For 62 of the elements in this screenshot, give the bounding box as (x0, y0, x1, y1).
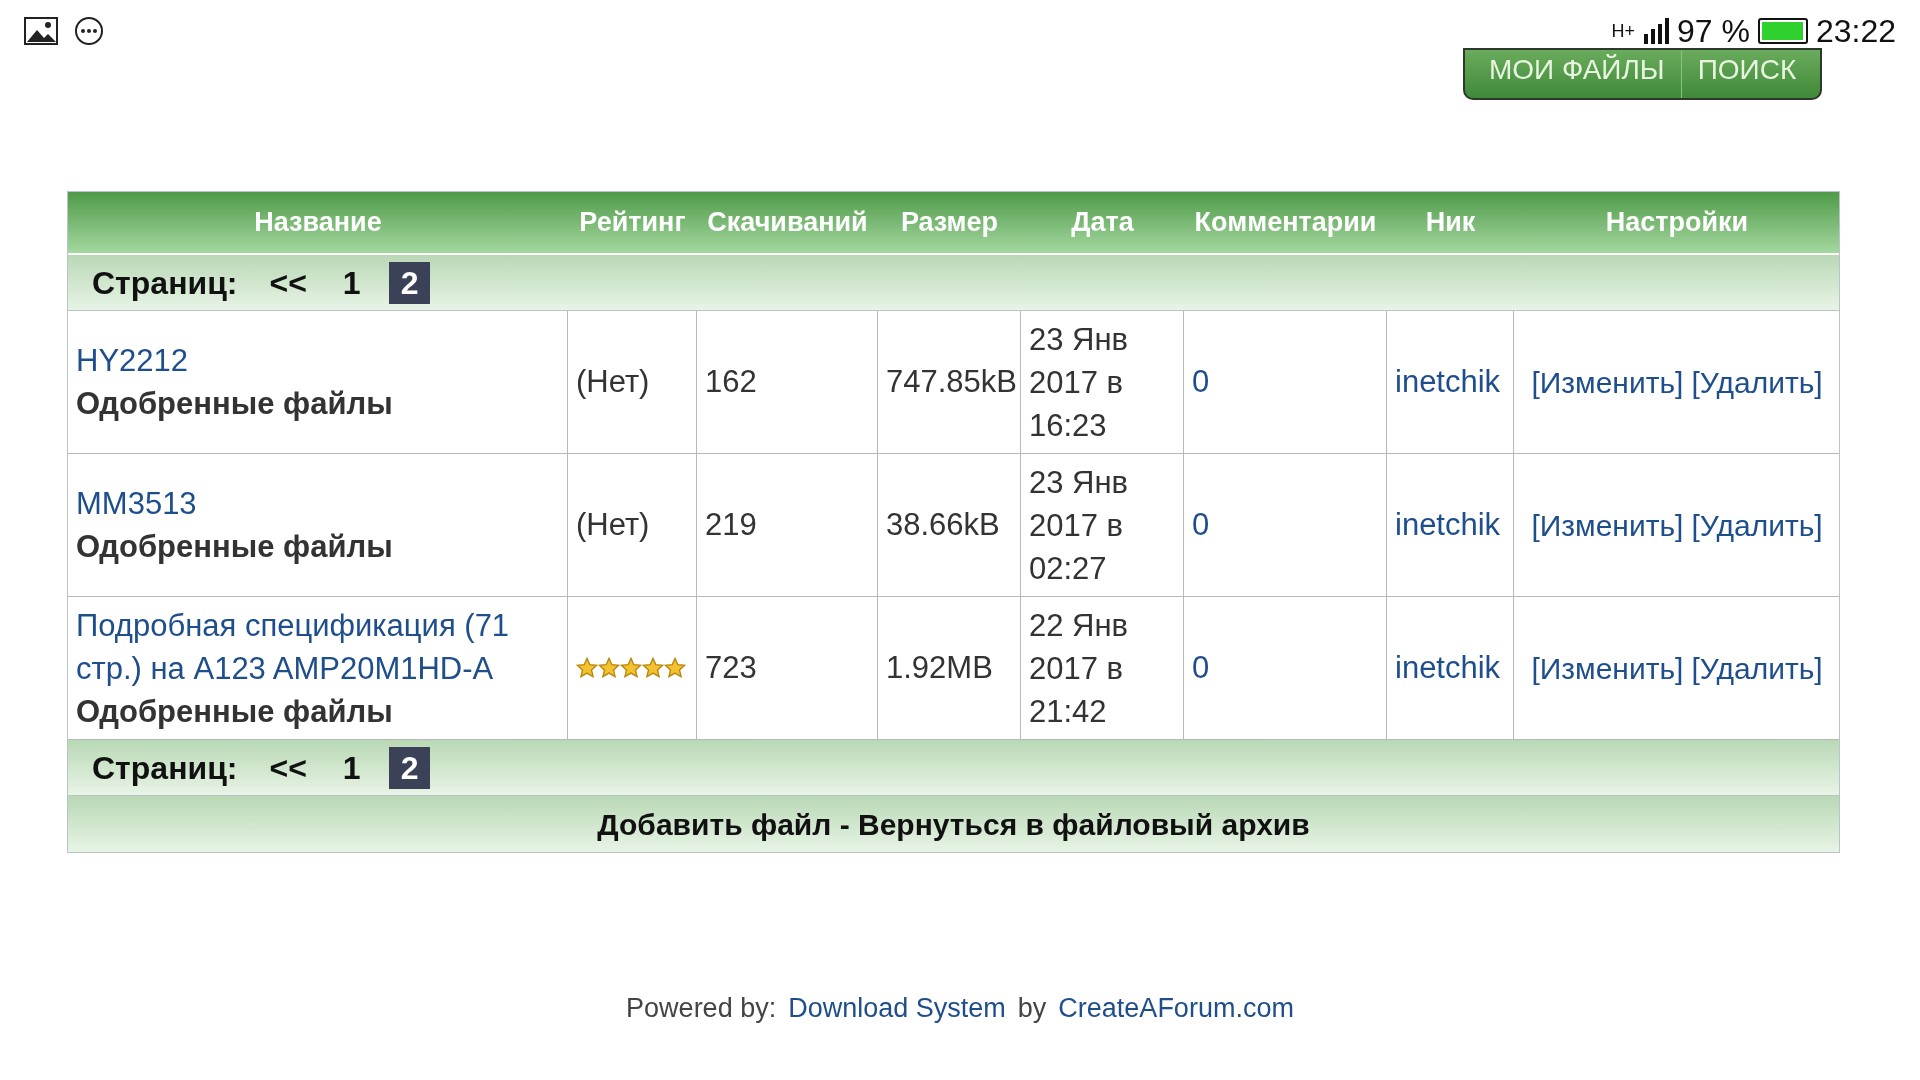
comment-count-link[interactable]: 0 (1192, 501, 1210, 549)
star-icon (642, 657, 664, 679)
previous-page-link[interactable]: << (269, 258, 307, 307)
file-link[interactable]: HY2212 (76, 339, 189, 382)
column-header: Комментарии (1193, 206, 1378, 240)
column-header: Название (253, 206, 383, 240)
by-label: by (1017, 992, 1047, 1025)
clock: 23:22 (1815, 12, 1896, 51)
previous-page-link[interactable]: << (269, 743, 307, 792)
battery-percent: 97 % (1677, 12, 1750, 51)
file-category: Одобренные файлы (76, 692, 393, 731)
user-link[interactable]: inetchik (1395, 501, 1501, 549)
action-link[interactable]: [Изменить] (1531, 359, 1684, 405)
powered-by-label: Powered by: (626, 992, 777, 1025)
site-link[interactable]: CreateAForum.com (1058, 988, 1294, 1029)
pager-label: Страниц: (92, 263, 238, 303)
file-size: 38.66kB (886, 505, 1000, 544)
upload-date: 23 Янв 2017 в 02:27 (1029, 463, 1130, 588)
star-icon (598, 657, 620, 679)
comment-count-link[interactable]: 0 (1192, 358, 1210, 406)
comment-count-link[interactable]: 0 (1192, 644, 1210, 692)
page-link[interactable]: 2 (388, 746, 431, 789)
pager-label: Страниц: (92, 748, 238, 788)
action-link[interactable]: [Удалить] (1691, 645, 1823, 691)
file-link[interactable]: Подробная спецификация (71 стр.) на A123 AMP20M1HD-A (76, 603, 559, 690)
user-link[interactable]: inetchik (1395, 358, 1501, 406)
rating-text: (Нет) (576, 505, 650, 544)
upload-date: 23 Янв 2017 в 16:23 (1029, 320, 1130, 445)
action-link[interactable]: [Удалить] (1691, 359, 1823, 405)
star-icon (576, 657, 598, 679)
page-link[interactable]: 1 (338, 743, 365, 792)
action-link[interactable]: [Изменить] (1531, 645, 1684, 691)
column-header: Скачиваний (706, 206, 869, 240)
star-icon (620, 657, 642, 679)
file-size: 747.85kB (886, 362, 1017, 401)
column-header: Рейтинг (578, 206, 687, 240)
image-icon (24, 17, 58, 45)
file-category: Одобренные файлы (76, 528, 393, 566)
user-link[interactable]: inetchik (1395, 644, 1501, 692)
action-link[interactable]: [Изменить] (1531, 502, 1684, 548)
column-header: Размер (899, 206, 1000, 240)
column-header: Дата (1070, 206, 1135, 240)
file-category: Одобренные файлы (76, 385, 393, 423)
page-link[interactable]: 2 (388, 261, 431, 304)
download-count: 723 (705, 648, 757, 687)
file-size: 1.92MB (886, 648, 993, 687)
column-header: Ник (1424, 206, 1477, 240)
rating-text: (Нет) (576, 362, 650, 401)
star-icon (664, 657, 686, 679)
battery-icon (1757, 18, 1808, 44)
file-link[interactable]: MM3513 (76, 482, 197, 525)
signal-icon (1643, 18, 1669, 44)
footer-links[interactable]: Добавить файл - Вернуться в файловый архив (597, 801, 1310, 847)
action-link[interactable]: [Удалить] (1691, 502, 1823, 548)
column-header: Настройки (1604, 206, 1750, 240)
product-link[interactable]: Download System (788, 988, 1006, 1029)
page-link[interactable]: 1 (338, 258, 365, 307)
download-count: 219 (705, 505, 757, 544)
upload-date: 22 Янв 2017 в 21:42 (1029, 606, 1130, 731)
download-count: 162 (705, 362, 757, 401)
more-icon (74, 16, 104, 46)
network-type: H+ (1611, 19, 1635, 43)
